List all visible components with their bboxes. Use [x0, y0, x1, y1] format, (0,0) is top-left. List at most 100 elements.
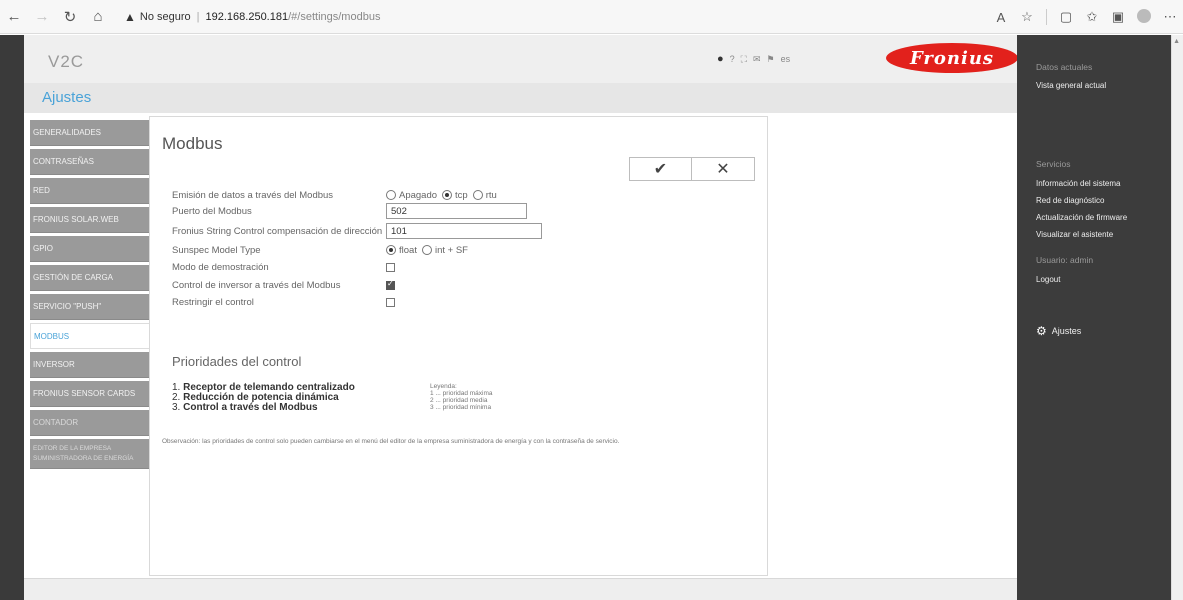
- messages-icon[interactable]: ✉: [753, 54, 761, 65]
- left-frame: [0, 35, 24, 600]
- radio-apagado[interactable]: Apagado: [386, 190, 437, 201]
- user-heading: Usuario: admin: [1036, 255, 1094, 265]
- priorities-note: Observación: las prioridades de control …: [162, 438, 620, 445]
- address-bar[interactable]: ▲ No seguro | 192.168.250.181 /#/setting…: [124, 10, 380, 24]
- data-output-label: Emisión de datos a través del Modbus: [172, 189, 334, 201]
- checkmark-icon: ✔: [653, 161, 668, 178]
- favorites-icon[interactable]: ✩: [1079, 9, 1105, 25]
- warning-icon: ▲: [124, 9, 136, 24]
- row-inverter-control: Control de inversor a través del Modbus: [172, 277, 395, 293]
- row-string-control: Fronius String Control compensación de d…: [172, 223, 542, 239]
- nav-item-editor-empresa[interactable]: EDITOR DE LA EMPRESA SUMINISTRADORA DE E…: [30, 439, 149, 469]
- collections-icon[interactable]: ▣: [1105, 9, 1131, 25]
- forward-icon[interactable]: →: [28, 3, 56, 31]
- string-control-input[interactable]: [386, 223, 542, 239]
- data-output-radios: Apagado tcp rtu: [386, 190, 502, 201]
- row-restrict-control: Restringir el control: [172, 294, 395, 310]
- toolbar-divider: [1046, 9, 1047, 25]
- read-aloud-icon[interactable]: A: [988, 10, 1014, 25]
- gear-icon: ⚙: [1036, 324, 1047, 338]
- nav-item-gestion-carga[interactable]: GESTIÓN DE CARGA: [30, 265, 149, 291]
- brand-name: V2C: [48, 52, 85, 71]
- nav-item-contrasenas[interactable]: CONTRASEÑAS: [30, 149, 149, 175]
- settings-label: Ajustes: [1051, 326, 1082, 336]
- nav-item-inversor[interactable]: INVERSOR: [30, 352, 149, 378]
- radio-float[interactable]: float: [386, 245, 417, 256]
- current-overview-link[interactable]: Vista general actual: [1036, 81, 1106, 90]
- radio-tcp[interactable]: tcp: [442, 190, 468, 201]
- logout-link[interactable]: Logout: [1036, 275, 1060, 284]
- language-code[interactable]: es: [781, 54, 791, 64]
- fullscreen-icon[interactable]: ⛶: [741, 54, 747, 65]
- wizard-link[interactable]: Visualizar el asistente: [1036, 230, 1113, 239]
- row-port: Puerto del Modbus: [172, 203, 527, 219]
- radio-int-sf[interactable]: int + SF: [421, 245, 468, 256]
- address-separator: |: [196, 10, 200, 23]
- title-bar: Ajustes: [24, 83, 1017, 113]
- row-demo-mode: Modo de demostración: [172, 259, 395, 275]
- split-screen-icon[interactable]: ▢: [1053, 9, 1079, 25]
- inverter-control-label: Control de inversor a través del Modbus: [172, 279, 341, 291]
- extensions-icon[interactable]: ⋯: [1157, 9, 1183, 25]
- settings-link[interactable]: ⚙ Ajustes: [1036, 324, 1081, 338]
- network-diagnostics-link[interactable]: Red de diagnóstico: [1036, 196, 1105, 205]
- favorite-star-icon[interactable]: ☆: [1014, 9, 1040, 25]
- priorities-legend: Leyenda: 1 ... prioridad máxima 2 ... pr…: [430, 383, 493, 411]
- sunspec-label: Sunspec Model Type: [172, 244, 261, 256]
- restrict-control-label: Restringir el control: [172, 296, 254, 308]
- legend-item: 2 ... prioridad media: [430, 397, 488, 404]
- current-data-heading: Datos actuales: [1036, 62, 1093, 72]
- nav-item-contador[interactable]: CONTADOR: [30, 410, 149, 436]
- string-control-label: Fronius String Control compensación de d…: [172, 225, 383, 237]
- nav-item-gpio[interactable]: GPIO: [30, 236, 149, 262]
- app-header: V2C ● ? ⛶ ✉ ⚑ es Fronius: [24, 35, 1018, 83]
- profile-icon[interactable]: [1131, 8, 1157, 26]
- cancel-button[interactable]: ✕: [692, 157, 755, 181]
- radio-rtu[interactable]: rtu: [472, 190, 497, 201]
- url-host: 192.168.250.181: [205, 10, 289, 23]
- nav-item-solar-web[interactable]: FRONIUS SOLAR.WEB: [30, 207, 149, 233]
- info-icon[interactable]: ●: [717, 53, 724, 65]
- legend-item: 1 ... prioridad máxima: [430, 390, 493, 397]
- bottom-strip: [24, 578, 1017, 600]
- port-label: Puerto del Modbus: [172, 205, 252, 217]
- nav-item-red[interactable]: RED: [30, 178, 149, 204]
- priority-item: 3. Control a través del Modbus: [172, 402, 318, 413]
- fronius-logo: Fronius: [886, 43, 1018, 73]
- priorities-list: 1. Receptor de telemando centralizado 2.…: [172, 383, 355, 413]
- demo-mode-label: Modo de demostración: [172, 261, 269, 273]
- close-icon: ✕: [716, 161, 730, 178]
- nav-item-servicio-push[interactable]: SERVICIO "PUSH": [30, 294, 149, 320]
- action-buttons: ✔ ✕: [629, 157, 755, 181]
- panel-title: Modbus: [162, 134, 223, 153]
- settings-nav: GENERALIDADES CONTRASEÑAS RED FRONIUS SO…: [30, 120, 152, 472]
- help-icon[interactable]: ?: [730, 54, 735, 64]
- confirm-button[interactable]: ✔: [629, 157, 692, 181]
- right-sidebar: Datos actuales Vista general actual Serv…: [1017, 35, 1171, 600]
- row-data-output: Emisión de datos a través del Modbus Apa…: [172, 187, 502, 203]
- reload-icon[interactable]: ↻: [56, 3, 84, 31]
- header-icons: ● ? ⛶ ✉ ⚑ es: [717, 53, 796, 65]
- nav-item-modbus[interactable]: MODBUS: [30, 323, 152, 349]
- flag-icon[interactable]: ⚑: [767, 54, 775, 65]
- security-label: No seguro: [139, 10, 191, 23]
- legend-title: Leyenda:: [430, 383, 457, 390]
- nav-item-generalidades[interactable]: GENERALIDADES: [30, 120, 149, 146]
- home-icon[interactable]: ⌂: [84, 3, 112, 31]
- inverter-control-checkbox[interactable]: [386, 279, 395, 290]
- priorities-title: Prioridades del control: [172, 354, 302, 369]
- scrollbar[interactable]: [1171, 35, 1183, 600]
- firmware-update-link[interactable]: Actualización de firmware: [1036, 213, 1127, 222]
- port-input[interactable]: [386, 203, 527, 219]
- page-title: Ajustes: [42, 89, 92, 106]
- back-icon[interactable]: ←: [0, 3, 28, 31]
- nav-item-sensor-cards[interactable]: FRONIUS SENSOR CARDS: [30, 381, 149, 407]
- demo-mode-checkbox[interactable]: [386, 262, 395, 272]
- restrict-control-checkbox[interactable]: [386, 297, 395, 307]
- system-info-link[interactable]: Información del sistema: [1036, 179, 1120, 188]
- browser-actions: A ☆ ▢ ✩ ▣ ⋯: [988, 0, 1183, 34]
- legend-item: 3 ... prioridad mínima: [430, 404, 492, 411]
- browser-toolbar: ← → ↻ ⌂ ▲ No seguro | 192.168.250.181 /#…: [0, 0, 1183, 34]
- services-heading: Servicios: [1036, 159, 1071, 169]
- scroll-up-icon[interactable]: ▲: [1173, 38, 1180, 45]
